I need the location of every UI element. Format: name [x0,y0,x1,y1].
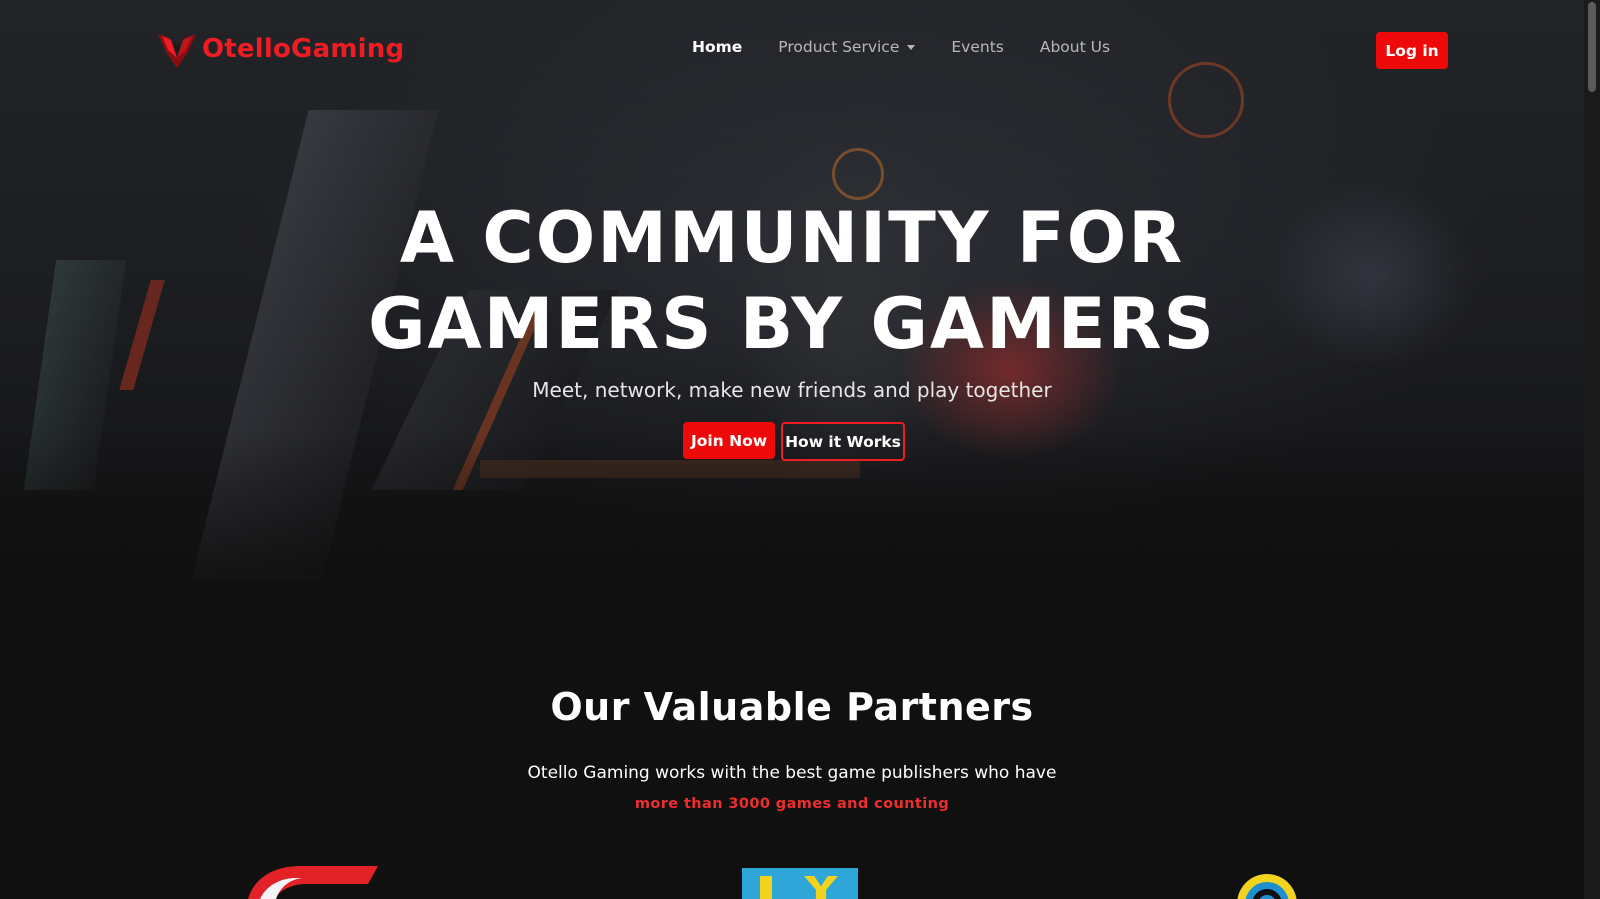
brand-name: OtelloGaming [202,34,405,64]
nav-link-about-us[interactable]: About Us [1040,38,1110,56]
join-now-button[interactable]: Join Now [683,422,775,459]
partner-logo [248,866,378,899]
partner-logo [742,868,858,899]
nav-links: Home Product Service Events About Us [692,38,1110,56]
brand-link[interactable]: OtelloGaming [156,28,404,70]
partner-logo [1237,874,1297,899]
partners-highlight: more than 3000 games and counting [634,796,950,812]
partners-description: Otello Gaming works with the best game p… [527,763,1057,783]
background-light-ring [832,148,884,200]
hero-subtitle: Meet, network, make new friends and play… [532,378,1052,402]
how-it-works-button[interactable]: How it Works [781,422,905,461]
nav-link-label: Product Service [778,38,900,56]
page-scrollbar[interactable] [1584,0,1600,899]
nav-link-product-service[interactable]: Product Service [778,38,916,56]
hero-title-line: A COMMUNITY FOR [399,197,1185,279]
nav-link-events[interactable]: Events [951,38,1003,56]
navbar: OtelloGaming Home Product Service Events… [0,0,1584,98]
login-button[interactable]: Log in [1376,32,1448,69]
partner-logo-part [804,876,838,899]
hero-title-line: GAMERS BY GAMERS [368,283,1216,365]
scrollbar-thumb[interactable] [1588,2,1596,92]
partner-logo-part [760,876,772,899]
hero-actions: Join Now How it Works [683,422,905,461]
brand-logo-icon [158,34,196,68]
chevron-down-icon [907,45,916,50]
nav-link-home[interactable]: Home [692,38,742,56]
hero-title: A COMMUNITY FOR GAMERS BY GAMERS [0,195,1584,367]
partners-title: Our Valuable Partners [550,685,1034,729]
